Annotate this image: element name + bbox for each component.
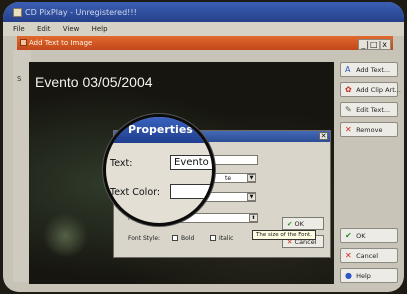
image-text-overlay[interactable]: Evento 03/05/2004: [35, 74, 153, 90]
magnified-color-dropdown: [170, 184, 212, 199]
font-style-label: Font Style:: [128, 235, 161, 242]
cancel-x-icon: ✕: [345, 251, 352, 260]
remove-x-icon: ✕: [345, 125, 352, 134]
magnified-text-label: Text:: [110, 158, 133, 169]
app-title-bar: CD PixPlay - Unregistered!!!: [3, 2, 404, 22]
magnifier-lens: Properties Text: Evento 03 Text Color:: [103, 114, 215, 226]
close-icon[interactable]: ✕: [319, 132, 328, 140]
edit-text-button[interactable]: ✎ Edit Text...: [340, 102, 398, 117]
bold-label: Bold: [181, 235, 195, 242]
menu-bar: File Edit View Help: [3, 22, 404, 36]
chevron-down-icon[interactable]: ▼: [247, 174, 256, 182]
remove-button[interactable]: ✕ Remove: [340, 122, 398, 137]
side-button-panel: A Add Text... ✿ Add Clip Art... ✎ Edit T…: [336, 58, 401, 288]
bold-checkbox[interactable]: [172, 235, 178, 241]
color-dropdown-value: te: [225, 175, 232, 182]
magnified-text-color-label: Text Color:: [110, 187, 161, 198]
magnified-title-bar: Properties: [106, 117, 212, 143]
menu-edit[interactable]: Edit: [37, 25, 51, 33]
ok-button[interactable]: ✔ OK: [340, 228, 398, 243]
add-text-button[interactable]: A Add Text...: [340, 62, 398, 77]
add-clip-art-button[interactable]: ✿ Add Clip Art...: [340, 82, 401, 97]
italic-checkbox[interactable]: [210, 235, 216, 241]
dialog-icon: [20, 39, 27, 46]
checkmark-icon: ✔: [287, 220, 293, 228]
text-a-icon: A: [345, 65, 351, 74]
chevron-down-icon[interactable]: ▼: [247, 193, 256, 201]
edit-text-label: Edit Text...: [356, 106, 391, 114]
add-text-label: Add Text...: [356, 66, 391, 74]
window-controls[interactable]: _|□|x: [358, 39, 391, 50]
cancel-label: Cancel: [356, 252, 379, 260]
app-icon: [13, 8, 22, 17]
dialog-title: Add Text to Image: [29, 39, 93, 47]
menu-file[interactable]: File: [13, 25, 25, 33]
add-text-dialog-title-bar: Add Text to Image: [17, 36, 393, 50]
italic-label: Italic: [219, 235, 234, 242]
checkmark-icon: ✔: [345, 231, 352, 240]
remove-label: Remove: [356, 126, 383, 134]
menu-view[interactable]: View: [63, 25, 80, 33]
menu-help[interactable]: Help: [92, 25, 108, 33]
magnified-properties-title: Properties: [128, 123, 193, 136]
clip-art-icon: ✿: [345, 85, 352, 94]
screenshot-frame: CD PixPlay - Unregistered!!! File Edit V…: [3, 2, 404, 292]
magnified-text-input: Evento 03: [170, 155, 212, 170]
ok-label: OK: [356, 232, 366, 240]
spinner-icon[interactable]: ⬍: [249, 214, 258, 222]
pencil-icon: ✎: [345, 105, 352, 114]
app-title: CD PixPlay - Unregistered!!!: [25, 8, 137, 17]
help-icon: ●: [345, 271, 352, 280]
properties-ok-label: OK: [294, 220, 304, 228]
font-size-tooltip: The size of the Font.: [252, 230, 316, 240]
properties-ok-button[interactable]: ✔ OK: [282, 217, 324, 230]
help-button[interactable]: ● Help: [340, 268, 398, 283]
left-panel-letter: S: [17, 75, 22, 83]
help-label: Help: [356, 272, 371, 280]
cancel-button[interactable]: ✕ Cancel: [340, 248, 398, 263]
add-clip-art-label: Add Clip Art...: [356, 86, 401, 94]
